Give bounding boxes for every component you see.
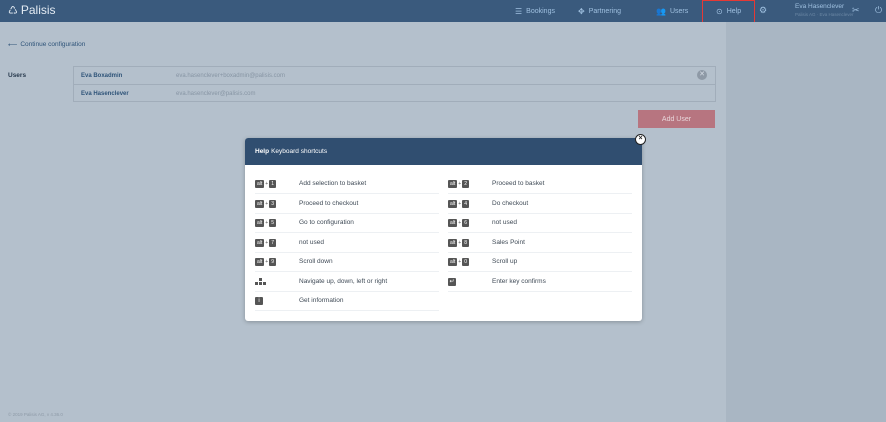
enter-key-icon: ↵ xyxy=(448,277,456,286)
shortcut-row: alt +0 Scroll up xyxy=(448,252,632,272)
back-link[interactable]: ⟵ Continue configuration xyxy=(8,41,85,49)
nav-users[interactable]: 👥 Users xyxy=(656,0,688,22)
alt-key: alt xyxy=(448,238,458,247)
modal-close-icon[interactable]: × xyxy=(635,134,646,145)
arrow-keys-icon xyxy=(255,278,266,285)
app-logo[interactable]: ♺ Palisis xyxy=(8,3,56,17)
shortcut-label: Enter key confirms xyxy=(492,278,546,285)
user-row[interactable]: Eva Hasenclever eva.hasenclever@palisis.… xyxy=(74,85,715,102)
user-name: Eva Hasenclever xyxy=(795,3,845,10)
settings-gear-icon[interactable]: ⚙ xyxy=(759,5,767,16)
user-row-name: Eva Hasenclever xyxy=(81,90,129,97)
shortcut-label: Get information xyxy=(299,297,344,304)
back-link-label: Continue configuration xyxy=(20,41,86,48)
shortcut-row: Navigate up, down, left or right xyxy=(255,272,439,292)
palisis-logo-icon: ♺ xyxy=(8,4,18,17)
shortcut-row: alt +1 Add selection to basket xyxy=(255,174,439,194)
shortcut-label: Go to configuration xyxy=(299,219,354,226)
user-list: Eva Boxadmin eva.hasenclever+boxadmin@pa… xyxy=(73,66,716,102)
shortcut-label: Proceed to basket xyxy=(492,180,545,187)
shortcut-label: Scroll up xyxy=(492,258,518,265)
keyboard-shortcuts-modal: Help Keyboard shortcuts alt +1 Add select… xyxy=(245,138,642,321)
modal-title: Help xyxy=(255,148,270,155)
alt-key: alt xyxy=(448,218,458,227)
shortcut-row: alt +7 not used xyxy=(255,233,439,253)
alt-key: alt xyxy=(255,199,265,208)
logo-text: Palisis xyxy=(20,3,56,17)
alt-key: alt xyxy=(255,179,265,188)
handshake-icon: ✥ xyxy=(578,6,585,16)
number-key: 0 xyxy=(462,257,469,266)
user-company: Palisis AG · Eva Hasenclever xyxy=(795,12,854,17)
user-row-name: Eva Boxadmin xyxy=(81,72,123,79)
number-key: 9 xyxy=(269,257,276,266)
shortcut-label: Add selection to basket xyxy=(299,180,367,187)
nav-partnering-label: Partnering xyxy=(588,7,621,15)
add-user-button[interactable]: Add User xyxy=(638,110,715,128)
number-key: 1 xyxy=(269,179,276,188)
tools-icon[interactable]: ✂ xyxy=(852,5,860,16)
nav-partnering[interactable]: ✥ Partnering xyxy=(578,0,621,22)
modal-header: Help Keyboard shortcuts xyxy=(245,138,642,165)
user-row[interactable]: Eva Boxadmin eva.hasenclever+boxadmin@pa… xyxy=(74,67,715,85)
alt-key: alt xyxy=(255,218,265,227)
shortcut-row: alt +4 Do checkout xyxy=(448,194,632,214)
shortcut-row: alt +6 not used xyxy=(448,213,632,233)
remove-user-icon[interactable]: ✕ xyxy=(697,70,707,80)
info-key-icon: i xyxy=(255,296,263,305)
shortcut-label: Sales Point xyxy=(492,239,525,246)
number-key: 6 xyxy=(462,218,469,227)
number-key: 8 xyxy=(462,238,469,247)
shortcut-row: alt +5 Go to configuration xyxy=(255,213,439,233)
shortcut-label: not used xyxy=(299,239,324,246)
shortcut-label: Navigate up, down, left or right xyxy=(299,278,388,285)
shortcut-row: alt +2 Proceed to basket xyxy=(448,174,632,194)
number-key: 5 xyxy=(269,218,276,227)
nav-users-label: Users xyxy=(669,7,689,15)
user-menu[interactable]: Eva Hasenclever Palisis AG · Eva Hasencl… xyxy=(795,3,854,19)
list-icon: ☰ xyxy=(515,6,523,16)
alt-key: alt xyxy=(448,179,458,188)
alt-key: alt xyxy=(448,199,458,208)
shortcut-row: alt +3 Proceed to checkout xyxy=(255,194,439,214)
power-icon[interactable]: ⏻ xyxy=(875,5,882,16)
right-side-panel xyxy=(726,22,886,422)
users-icon: 👥 xyxy=(656,6,666,16)
shortcut-label: Scroll down xyxy=(299,258,333,265)
shortcut-row: ↵ Enter key confirms xyxy=(448,272,632,292)
user-row-email: eva.hasenclever+boxadmin@palisis.com xyxy=(176,72,285,79)
shortcut-row: i Get information xyxy=(255,291,439,311)
shortcut-label: Proceed to checkout xyxy=(299,200,359,207)
number-key: 4 xyxy=(462,199,469,208)
alt-key: alt xyxy=(448,257,458,266)
shortcut-label: not used xyxy=(492,219,517,226)
footer-version: © 2019 Palisis AG, v 4.36.0 xyxy=(8,412,63,417)
nav-bookings-label: Bookings xyxy=(526,7,555,15)
alt-key: alt xyxy=(255,257,265,266)
top-navbar: ♺ Palisis ☰ Bookings ✥ Partnering 👥 User… xyxy=(0,0,886,25)
users-section-label: Users xyxy=(8,72,27,79)
modal-subtitle: Keyboard shortcuts xyxy=(271,148,328,155)
nav-bookings[interactable]: ☰ Bookings xyxy=(515,0,555,22)
alt-key: alt xyxy=(255,238,265,247)
shortcut-row: alt +8 Sales Point xyxy=(448,233,632,253)
shortcut-row: alt +9 Scroll down xyxy=(255,252,439,272)
user-row-email: eva.hasenclever@palisis.com xyxy=(176,90,256,97)
number-key: 7 xyxy=(269,238,276,247)
number-key: 2 xyxy=(462,179,469,188)
shortcut-label: Do checkout xyxy=(492,200,529,207)
number-key: 3 xyxy=(269,199,276,208)
arrow-left-icon: ⟵ xyxy=(8,42,18,49)
